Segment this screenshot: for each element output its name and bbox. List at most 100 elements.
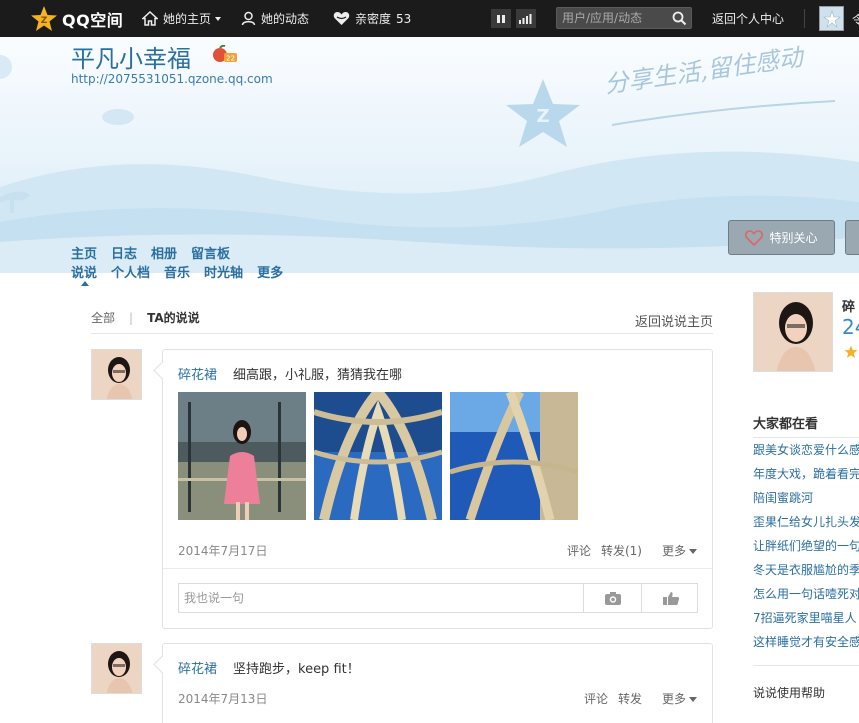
more-menu[interactable]: 更多 <box>652 542 697 559</box>
camera-icon <box>605 591 621 605</box>
profile-level-number: 24 <box>842 315 859 339</box>
post-actions: 评论 转发(1) 更多 <box>557 542 697 559</box>
nav-more[interactable]: 更多 <box>257 262 283 281</box>
trending-item[interactable]: 年度大戏，跪着看完 <box>753 465 859 489</box>
nav-album[interactable]: 相册 <box>151 243 177 262</box>
post-text: 坚持跑步，keep fit！ <box>233 662 360 677</box>
comment-link[interactable]: 评论 <box>584 690 608 707</box>
thumb-icon <box>662 591 679 605</box>
user-photo <box>92 350 141 399</box>
post-photo-1[interactable] <box>178 392 306 520</box>
photo-image <box>178 392 306 520</box>
qzone-logo[interactable]: Z QQ空间 <box>30 5 123 33</box>
search-icon[interactable] <box>672 11 687 26</box>
trending-item[interactable]: 歪果仁给女儿扎头发 <box>753 513 859 537</box>
back-to-shuoshuo-home[interactable]: 返回说说主页 <box>635 311 713 330</box>
my-avatar[interactable] <box>819 6 844 31</box>
nav-profile[interactable]: 个人档 <box>111 262 150 281</box>
star-avatar-icon <box>822 9 841 28</box>
filter-divider <box>91 333 713 334</box>
photo-image <box>450 392 578 520</box>
trending-item[interactable]: 冬天是衣服尴尬的季 <box>753 561 859 585</box>
nav-home[interactable]: 主页 <box>71 243 97 262</box>
heart-icon <box>333 12 350 25</box>
shuoshuo-help-link[interactable]: 说说使用帮助 <box>753 684 825 701</box>
topbar-more-icon[interactable]: 令 <box>852 11 859 28</box>
post-photo-2[interactable] <box>314 392 442 520</box>
trending-item[interactable]: 怎么用一句话噎死对 <box>753 585 859 609</box>
signal-bars-button[interactable] <box>516 9 536 28</box>
intimacy-link[interactable]: 亲密度 53 <box>333 0 411 37</box>
nav-guestbook[interactable]: 留言板 <box>191 243 230 262</box>
space-nav-row2: 说说 个人档 音乐 时光轴 更多 <box>71 262 297 281</box>
forward-link[interactable]: 转发 <box>618 690 642 707</box>
post-avatar[interactable] <box>91 643 142 694</box>
trending-list: 跟美女谈恋爱什么感觉 年度大戏，跪着看完 陪闺蜜跳河 歪果仁给女儿扎头发 让胖纸… <box>753 441 859 657</box>
user-photo <box>754 293 832 371</box>
post-date: 2014年7月17日 <box>178 544 268 558</box>
follow-button-partial[interactable] <box>845 220 859 255</box>
trending-item[interactable]: 让胖纸们绝望的一句 <box>753 537 859 561</box>
space-banner: Z 平凡小幸福 22 http://2075531051.qzone.qq.co… <box>0 37 859 273</box>
profile-name[interactable]: 碎 <box>842 296 855 315</box>
active-nav-indicator <box>81 281 89 286</box>
space-url[interactable]: http://2075531051.qzone.qq.com <box>71 72 273 86</box>
nav-timeline[interactable]: 时光轴 <box>204 262 243 281</box>
trending-item[interactable]: 7招逼死家里喵星人 <box>753 609 859 633</box>
trending-item[interactable]: 这样睡觉才有安全感 <box>753 633 859 657</box>
feeds-label: 她的动态 <box>261 12 310 26</box>
post-photo-3[interactable] <box>450 392 578 520</box>
nav-music[interactable]: 音乐 <box>164 262 190 281</box>
chevron-down-icon <box>689 697 697 702</box>
filter-all[interactable]: 全部 <box>91 309 115 326</box>
vip-badge-icon[interactable]: 22 <box>212 45 238 63</box>
her-home-menu[interactable]: 她的主页 <box>142 0 222 37</box>
more-label: 更多 <box>661 544 686 558</box>
search-input[interactable] <box>557 8 669 28</box>
nav-blog[interactable]: 日志 <box>111 243 137 262</box>
post-author[interactable]: 碎花裙 <box>178 364 217 383</box>
star-icon <box>844 345 858 358</box>
forward-link[interactable]: 转发(1) <box>601 542 642 559</box>
home-label: 她的主页 <box>163 12 212 26</box>
intimacy-label: 亲密度 <box>355 12 392 26</box>
home-icon <box>142 11 158 26</box>
bars-icon <box>519 13 532 24</box>
filter-separator: | <box>129 310 134 325</box>
photo-upload-button[interactable] <box>585 584 642 612</box>
space-nav-row1: 主页 日志 相册 留言板 <box>71 243 244 262</box>
chevron-down-icon <box>689 549 697 554</box>
pause-button[interactable] <box>491 9 511 28</box>
special-care-button[interactable]: 特别关心 <box>728 220 835 255</box>
more-label: 更多 <box>661 692 686 706</box>
sidebar-divider <box>753 437 859 438</box>
profile-avatar[interactable] <box>753 292 833 372</box>
reply-input[interactable] <box>179 584 584 612</box>
user-photo <box>92 644 141 693</box>
chevron-down-icon <box>215 16 222 21</box>
heart-outline-icon <box>745 229 764 246</box>
filter-ta-shuoshuo[interactable]: TA的说说 <box>147 309 200 326</box>
sidebar-divider <box>753 665 859 666</box>
search-box <box>556 7 692 29</box>
post-avatar[interactable] <box>91 349 142 400</box>
post-actions: 评论 转发 更多 <box>574 690 697 707</box>
top-bar: Z QQ空间 她的主页 她的动态 亲密度 53 返回个人中心 令 <box>0 0 859 37</box>
pause-icon <box>497 14 505 23</box>
trending-item[interactable]: 跟美女谈恋爱什么感觉 <box>753 441 859 465</box>
comment-link[interactable]: 评论 <box>567 542 591 559</box>
her-feeds-link[interactable]: 她的动态 <box>241 0 309 37</box>
logo-text: QQ空间 <box>62 10 124 30</box>
like-button[interactable] <box>643 584 698 612</box>
feed-filter: 全部 | TA的说说 <box>91 309 200 326</box>
more-menu[interactable]: 更多 <box>652 690 697 707</box>
space-title[interactable]: 平凡小幸福 <box>71 39 191 74</box>
photo-image <box>314 392 442 520</box>
topbar-divider <box>804 9 805 28</box>
trending-item[interactable]: 陪闺蜜跳河 <box>753 489 859 513</box>
back-to-center-link[interactable]: 返回个人中心 <box>712 0 784 37</box>
nav-shuoshuo[interactable]: 说说 <box>71 262 97 281</box>
reply-box <box>178 583 698 613</box>
post-author[interactable]: 碎花裙 <box>178 658 217 677</box>
special-care-label: 特别关心 <box>769 231 818 245</box>
